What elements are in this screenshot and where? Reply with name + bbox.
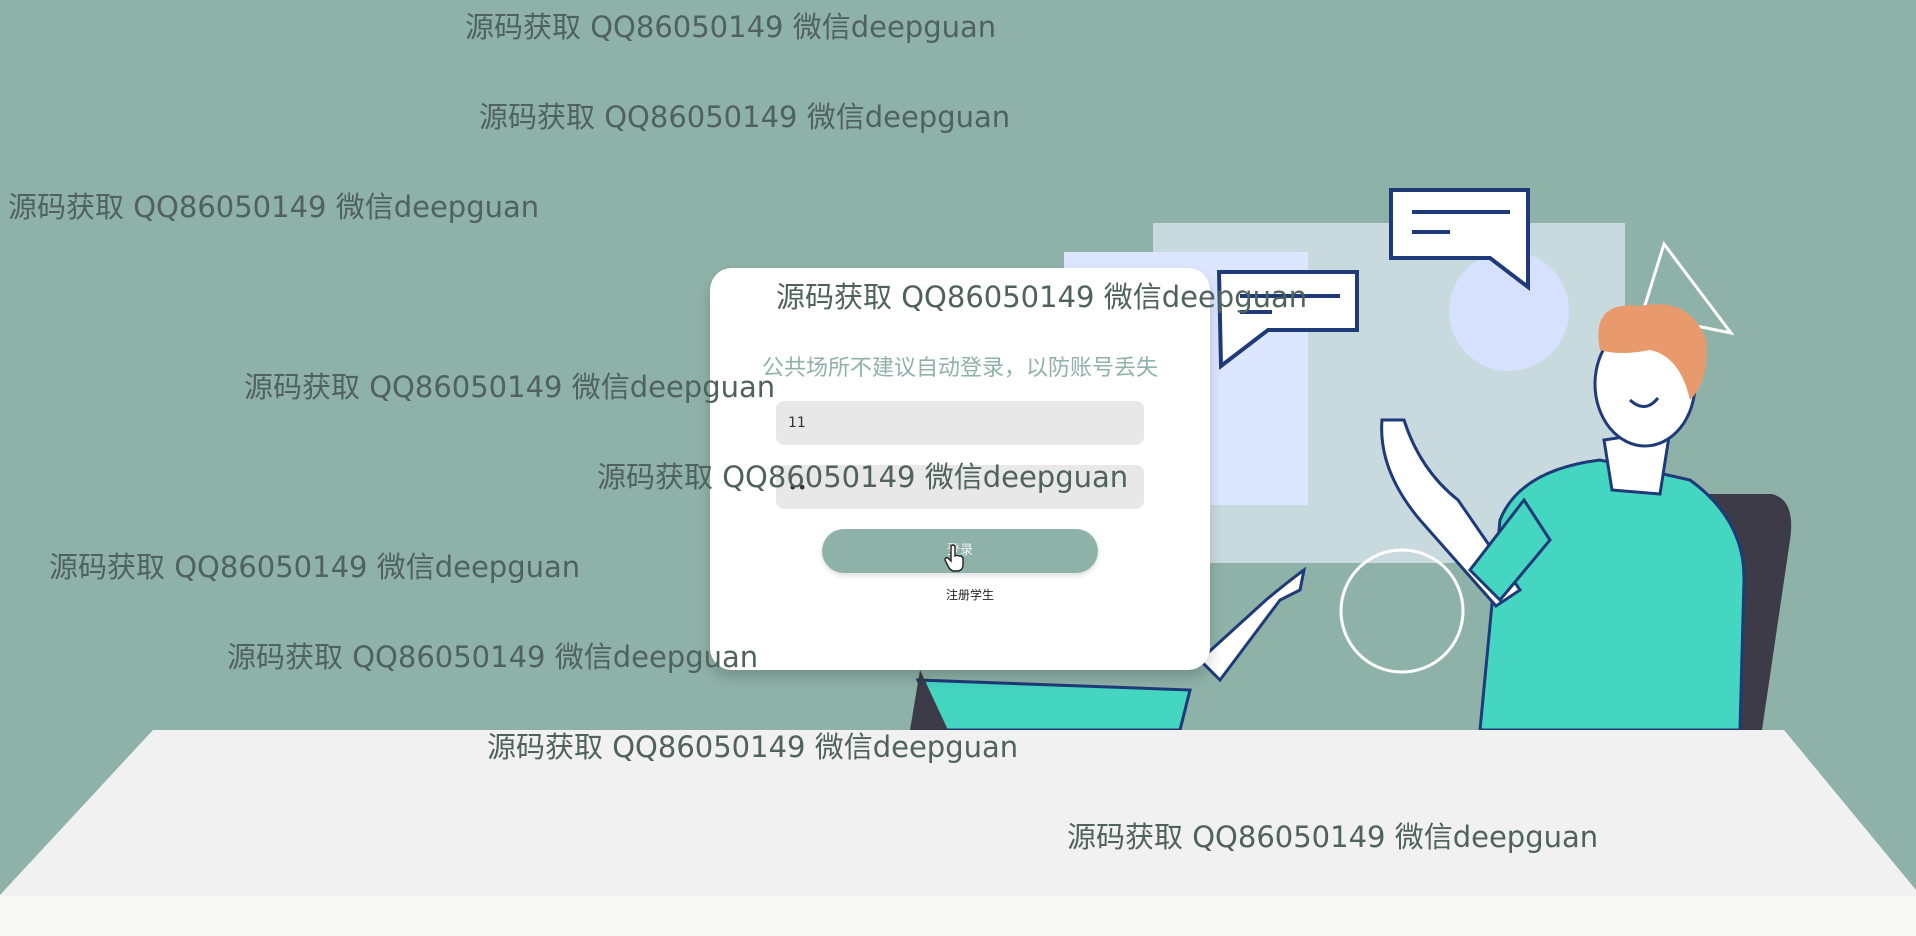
watermark-text: 源码获取 QQ86050149 微信deepguan (244, 370, 776, 404)
login-page: 公共场所不建议自动登录，以防账号丢失 登录 注册学生 源码获取 QQ860501… (0, 0, 1916, 936)
watermark-text: 源码获取 QQ86050149 微信deepguan (479, 100, 1011, 134)
watermark-text: 源码获取 QQ86050149 微信deepguan (776, 280, 1308, 314)
watermark-text: 源码获取 QQ86050149 微信deepguan (487, 730, 1019, 764)
watermark-text: 源码获取 QQ86050149 微信deepguan (1067, 820, 1599, 854)
watermark-text: 源码获取 QQ86050149 微信deepguan (597, 460, 1129, 494)
bottom-strip (0, 896, 1916, 936)
watermark-text: 源码获取 QQ86050149 微信deepguan (49, 550, 581, 584)
username-input[interactable] (776, 401, 1144, 445)
register-student-link[interactable]: 注册学生 (710, 586, 1210, 603)
watermark-text: 源码获取 QQ86050149 微信deepguan (8, 190, 540, 224)
login-tip: 公共场所不建议自动登录，以防账号丢失 (761, 356, 1158, 381)
ring-decoration (1339, 548, 1465, 674)
hand-pointer-icon (944, 544, 964, 572)
watermark-text: 源码获取 QQ86050149 微信deepguan (465, 10, 997, 44)
watermark-text: 源码获取 QQ86050149 微信deepguan (227, 640, 759, 674)
